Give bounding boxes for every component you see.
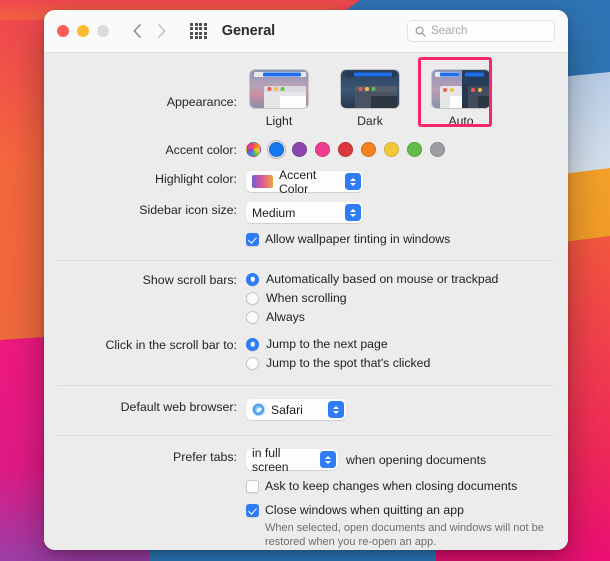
highlight-color-label: Highlight color: (155, 172, 237, 186)
search-placeholder: Search (431, 25, 468, 37)
appearance-dark-thumbnail (340, 69, 400, 109)
appearance-auto-caption: Auto (448, 114, 474, 128)
scroll-bar-click-option-spot-clicked[interactable]: Jump to the spot that's clicked (246, 356, 550, 370)
scroll-bar-click-option-next-page[interactable]: Jump to the next page (246, 337, 550, 351)
ask-keep-changes-label: Ask to keep changes when closing documen… (265, 479, 518, 493)
appearance-row: Appearance: Light Dark Auto (62, 57, 550, 128)
accent-color-row: Accent color: (62, 140, 550, 159)
accent-swatch-yellow[interactable] (384, 142, 399, 157)
accent-swatch-graphite[interactable] (430, 142, 445, 157)
sidebar-icon-size-row: Sidebar icon size: Medium (62, 202, 550, 223)
appearance-auto-option[interactable]: Auto (418, 57, 494, 128)
appearance-dark-caption: Dark (357, 114, 383, 128)
chevron-updown-icon (320, 451, 336, 468)
appearance-options: Light Dark Auto (246, 57, 550, 128)
scroll-bars-option-when-scrolling-label: When scrolling (266, 291, 347, 305)
scroll-bar-click-row: Click in the scroll bar to: Jump to the … (62, 337, 550, 375)
highlight-color-value: Accent Color (279, 167, 317, 196)
ask-keep-changes-checkbox[interactable]: Ask to keep changes when closing documen… (246, 479, 550, 494)
accent-color-swatches (246, 140, 550, 159)
appearance-dark-option[interactable]: Dark (337, 69, 403, 128)
chevron-updown-icon (345, 204, 361, 221)
chevron-updown-icon (328, 401, 344, 418)
close-windows-label: Close windows when quitting an app (265, 503, 464, 517)
wallpaper-tinting-checkbox[interactable]: Allow wallpaper tinting in windows (246, 232, 550, 247)
accent-color-label: Accent color: (165, 143, 237, 157)
sidebar-icon-size-popup[interactable]: Medium (246, 202, 363, 223)
system-preferences-window: General Search Appearance: Light Dark Au… (44, 10, 568, 550)
radio-unselected-icon (246, 356, 259, 370)
scroll-bars-option-automatic-label: Automatically based on mouse or trackpad (266, 272, 499, 286)
close-button[interactable] (57, 25, 69, 37)
close-windows-checkbox[interactable]: Close windows when quitting an app (246, 503, 550, 518)
appearance-auto-selection-ring (432, 70, 490, 108)
minimize-button[interactable] (77, 25, 89, 37)
accent-swatch-orange[interactable] (361, 142, 376, 157)
prefer-tabs-label: Prefer tabs: (172, 450, 237, 464)
prefer-tabs-controls: in full screen when opening documents (246, 446, 550, 474)
highlight-color-swatch-icon (252, 175, 273, 188)
search-field[interactable]: Search (407, 20, 555, 42)
prefer-tabs-value: in full screen (252, 445, 289, 474)
traffic-light-buttons (57, 25, 109, 37)
default-browser-row: Default web browser: Safari (62, 399, 550, 421)
navigation-buttons (128, 21, 170, 41)
chevron-updown-icon (345, 173, 361, 190)
wallpaper-tinting-label: Allow wallpaper tinting in windows (265, 232, 451, 246)
checkbox-checked-icon (246, 504, 259, 517)
accent-swatch-multicolor[interactable] (246, 142, 261, 157)
scroll-bars-option-when-scrolling[interactable]: When scrolling (246, 291, 550, 305)
highlight-color-popup[interactable]: Accent Color (246, 168, 363, 196)
sidebar-icon-size-label: Sidebar icon size: (139, 203, 237, 217)
appearance-light-option[interactable]: Light (246, 69, 312, 128)
appearance-label: Appearance: (166, 95, 237, 109)
safari-icon (252, 403, 265, 416)
zoom-button[interactable] (97, 25, 109, 37)
accent-swatch-pink[interactable] (315, 142, 330, 157)
scroll-bars-label: Show scroll bars: (142, 273, 237, 287)
sidebar-icon-size-value: Medium (252, 205, 296, 220)
appearance-auto-thumbnail (431, 69, 491, 109)
prefer-tabs-row: Prefer tabs: in full screen when opening… (62, 446, 550, 549)
prefer-tabs-suffix: when opening documents (346, 452, 487, 467)
prefer-tabs-popup[interactable]: in full screen (246, 446, 338, 474)
radio-unselected-icon (246, 291, 259, 305)
forward-chevron-icon[interactable] (153, 21, 170, 41)
close-windows-hint: When selected, open documents and window… (265, 522, 544, 548)
accent-swatch-purple[interactable] (292, 142, 307, 157)
scroll-bars-option-always-label: Always (266, 310, 305, 324)
highlight-color-row: Highlight color: Accent Color (62, 168, 550, 196)
show-all-grid-icon[interactable] (190, 22, 207, 40)
preferences-content: Appearance: Light Dark Auto Accent color… (44, 53, 568, 550)
window-title: General (221, 23, 276, 39)
divider-3 (58, 435, 554, 436)
back-chevron-icon[interactable] (128, 21, 145, 41)
scroll-bar-click-option-spot-clicked-label: Jump to the spot that's clicked (266, 356, 431, 370)
default-browser-popup[interactable]: Safari (246, 399, 346, 420)
window-titlebar: General Search (44, 10, 568, 53)
accent-swatch-blue[interactable] (267, 140, 286, 159)
scroll-bars-option-automatic[interactable]: Automatically based on mouse or trackpad (246, 272, 550, 286)
appearance-light-thumbnail (249, 69, 309, 109)
scroll-bar-click-option-next-page-label: Jump to the next page (266, 337, 388, 351)
accent-swatch-red[interactable] (338, 142, 353, 157)
scroll-bars-option-always[interactable]: Always (246, 310, 550, 324)
default-browser-value: Safari (271, 402, 303, 417)
divider-1 (58, 260, 554, 261)
radio-selected-icon (246, 337, 259, 351)
radio-selected-icon (246, 272, 259, 286)
wallpaper-tinting-row: Allow wallpaper tinting in windows (62, 232, 550, 247)
default-browser-label: Default web browser: (120, 400, 237, 414)
accent-swatch-green[interactable] (407, 142, 422, 157)
divider-2 (58, 385, 554, 386)
search-icon (415, 26, 426, 37)
checkbox-unchecked-icon (246, 480, 259, 493)
radio-unselected-icon (246, 310, 259, 324)
scroll-bars-row: Show scroll bars: Automatically based on… (62, 272, 550, 329)
appearance-light-caption: Light (265, 114, 293, 128)
scroll-bar-click-label: Click in the scroll bar to: (105, 338, 237, 352)
checkbox-checked-icon (246, 233, 259, 246)
